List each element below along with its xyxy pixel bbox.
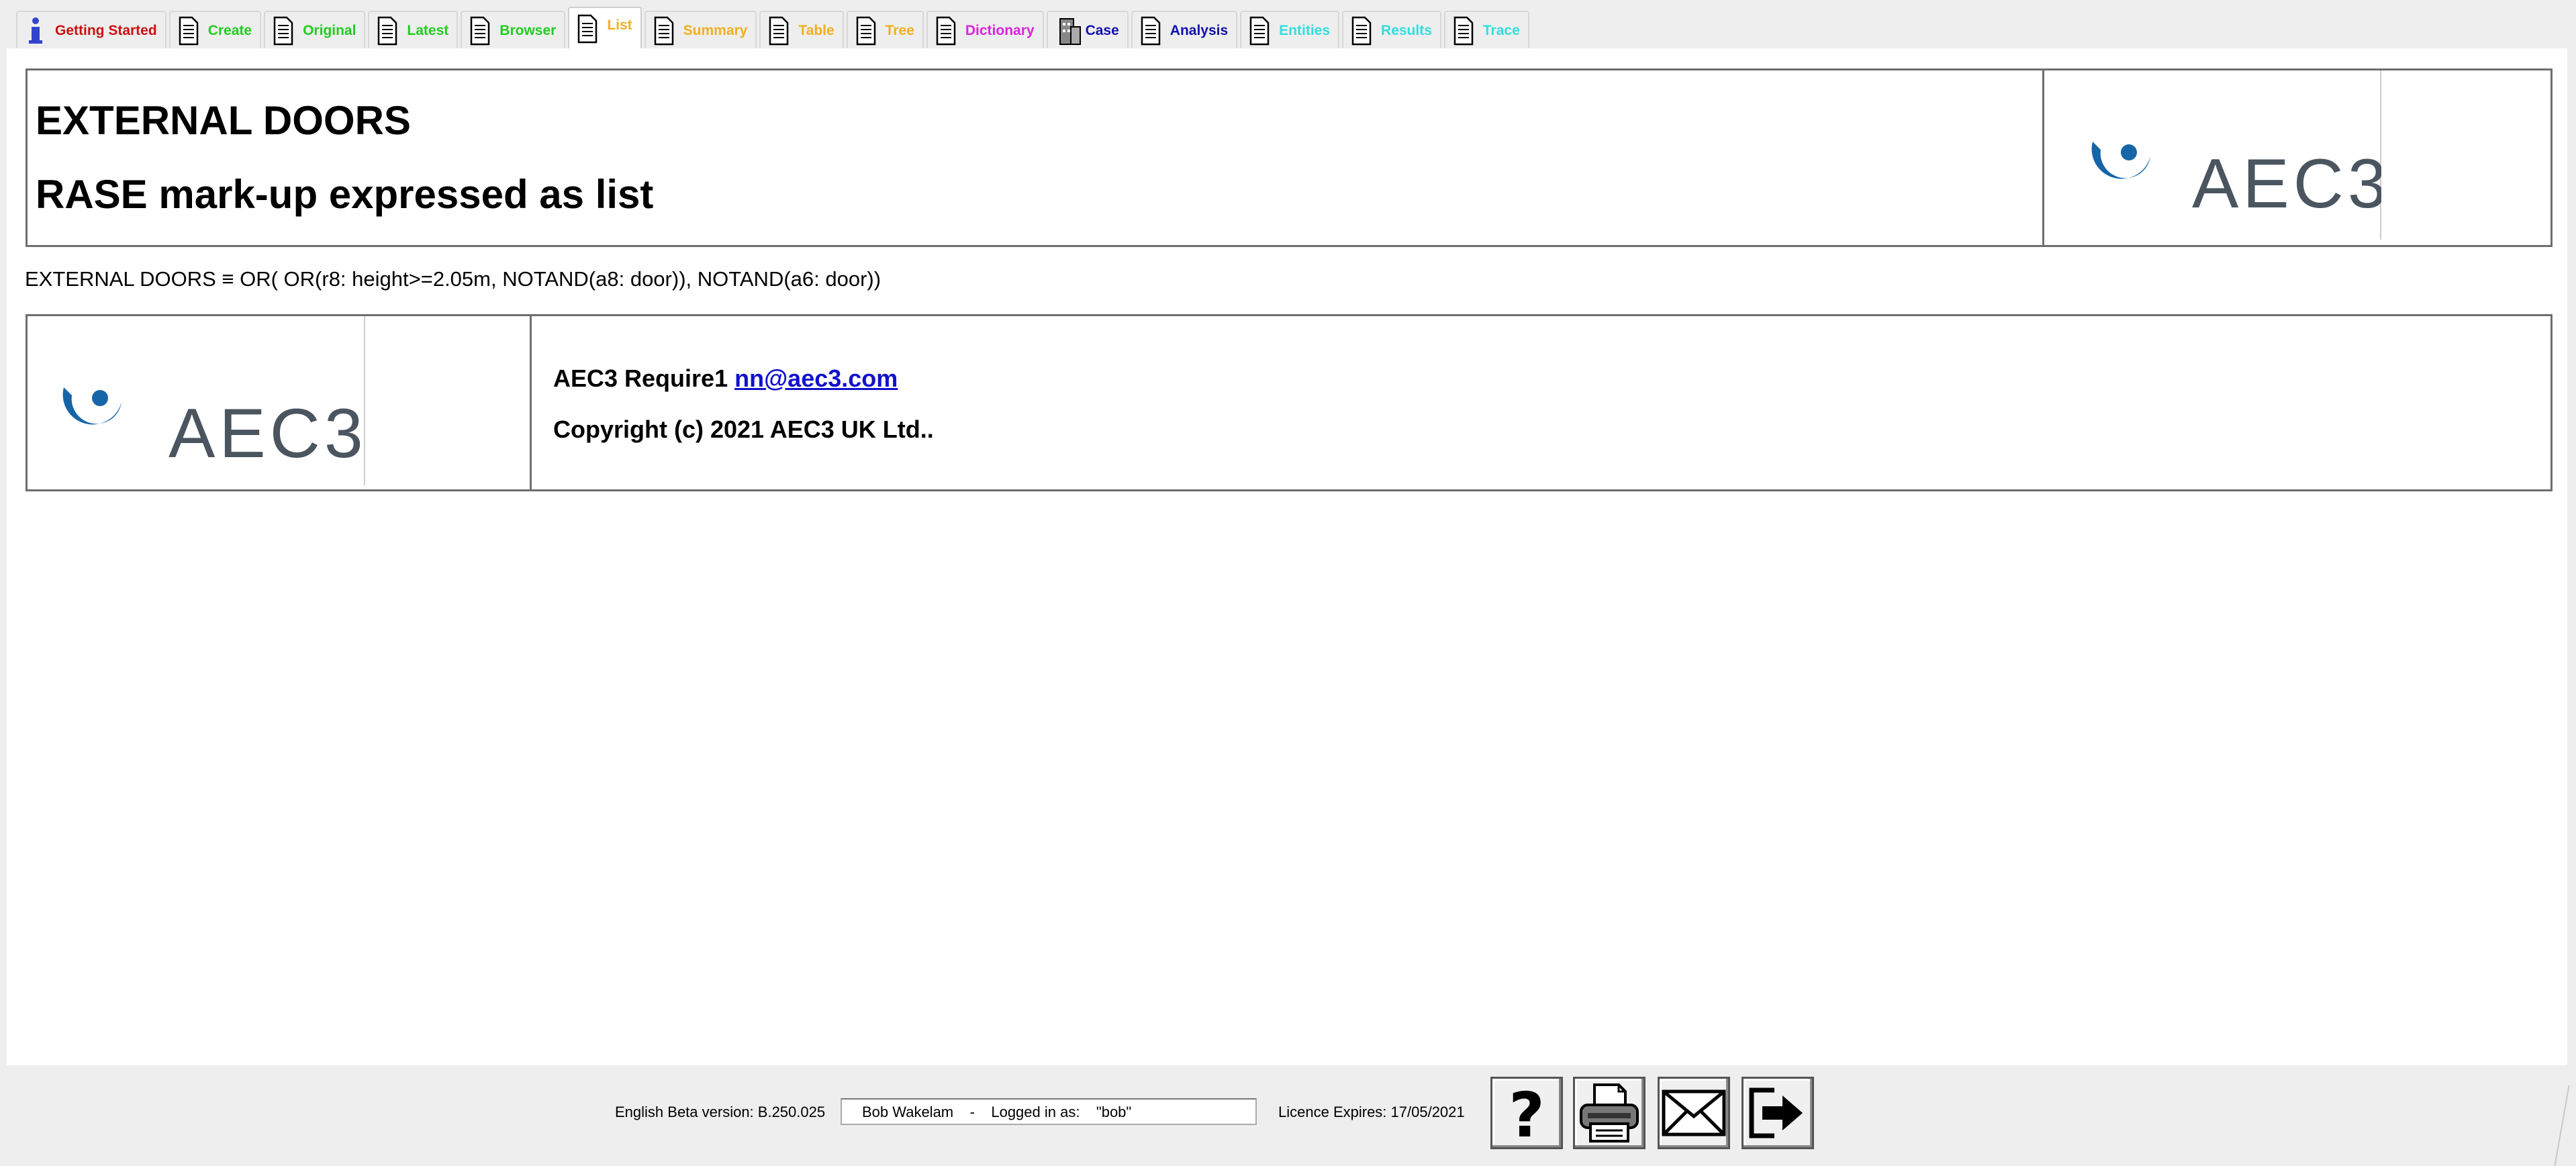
tab-dictionary[interactable]: Dictionary <box>926 11 1044 50</box>
tab-original[interactable]: Original <box>264 11 366 50</box>
tab-latest[interactable]: Latest <box>368 11 459 50</box>
header-table: EXTERNAL DOORS RASE mark-up expressed as… <box>26 68 2553 247</box>
tab-label: Latest <box>407 23 449 38</box>
tab-label: Summary <box>683 23 748 38</box>
exit-arrow-icon <box>1749 1087 1803 1138</box>
document-icon <box>1141 16 1161 46</box>
tab-label: List <box>607 17 632 33</box>
document-icon <box>856 16 876 46</box>
page-title: EXTERNAL DOORS <box>36 98 411 143</box>
tab-label: Entities <box>1279 23 1331 38</box>
tab-results[interactable]: Results <box>1342 11 1441 50</box>
user-info-field: Bob Wakelam - Logged in as: "bob" <box>841 1098 1257 1125</box>
document-icon <box>654 16 674 46</box>
footer-require-text: AEC3 Require1 <box>553 365 735 392</box>
tab-trace[interactable]: Trace <box>1443 11 1529 50</box>
tab-tree[interactable]: Tree <box>846 11 924 50</box>
document-icon <box>1453 16 1474 46</box>
tab-getting-started[interactable]: Getting Started <box>16 11 166 50</box>
tab-create[interactable]: Create <box>169 11 262 50</box>
email-button[interactable] <box>1658 1077 1730 1149</box>
version-label: English Beta version: B.250.025 <box>615 1104 826 1120</box>
tab-case[interactable]: Case <box>1046 11 1129 50</box>
tab-entities[interactable]: Entities <box>1240 11 1340 50</box>
tab-label: Getting Started <box>55 23 157 38</box>
document-icon <box>936 16 956 46</box>
document-icon <box>273 16 293 46</box>
resize-grip[interactable] <box>2554 1085 2576 1166</box>
tab-browser[interactable]: Browser <box>461 11 566 50</box>
printer-icon <box>1580 1083 1639 1143</box>
tab-label: Case <box>1085 23 1119 38</box>
footer-table: AEC3 AEC3 Require1 nn@aec3.com Copyright… <box>26 314 2553 491</box>
main-panel: EXTERNAL DOORS RASE mark-up expressed as… <box>7 48 2567 1065</box>
page-subtitle: RASE mark-up expressed as list <box>36 172 654 217</box>
document-icon <box>179 16 199 46</box>
email-link[interactable]: nn@aec3.com <box>734 365 898 392</box>
tab-table[interactable]: Table <box>759 11 844 50</box>
tab-label: Results <box>1381 23 1432 38</box>
header-title-cell: EXTERNAL DOORS RASE mark-up expressed as… <box>28 70 2044 245</box>
document-icon <box>769 16 789 46</box>
tab-label: Browser <box>499 23 557 38</box>
aec3-logo: AEC3 <box>2046 70 2387 240</box>
tab-label: Dictionary <box>965 23 1035 38</box>
tab-summary[interactable]: Summary <box>644 11 757 50</box>
header-logo-text: AEC3 <box>2192 145 2381 223</box>
tab-label: Table <box>798 23 834 38</box>
copyright-text: Copyright (c) 2021 AEC3 UK Ltd.. <box>553 416 934 443</box>
tab-label: Tree <box>885 23 914 38</box>
tab-label: Create <box>207 23 252 38</box>
print-button[interactable] <box>1573 1077 1645 1149</box>
footer-require-line: AEC3 Require1 nn@aec3.com <box>553 365 898 393</box>
info-icon <box>26 16 46 46</box>
document-icon <box>1351 16 1372 46</box>
footer-logo-text: AEC3 <box>169 395 363 473</box>
tab-label: Analysis <box>1170 23 1229 38</box>
building-icon <box>1056 16 1081 46</box>
footer-aec3-logo: AEC3 <box>28 316 365 485</box>
rule-expression: EXTERNAL DOORS ≡ OR( OR(r8: height>=2.05… <box>25 267 881 291</box>
tab-label: Original <box>303 23 356 38</box>
document-icon <box>1249 16 1270 46</box>
exit-button[interactable] <box>1742 1077 1814 1149</box>
tab-bar: Getting Started Create Original Latest Brows… <box>16 7 1532 50</box>
envelope-icon <box>1662 1089 1726 1136</box>
tab-list[interactable]: List <box>568 7 642 50</box>
document-icon <box>377 16 397 46</box>
footer-logo-cell: AEC3 <box>28 316 532 489</box>
document-icon <box>577 14 598 44</box>
tab-analysis[interactable]: Analysis <box>1131 11 1238 50</box>
licence-label: Licence Expires: 17/05/2021 <box>1278 1104 1465 1120</box>
help-button[interactable]: ? <box>1490 1077 1563 1149</box>
question-mark-icon: ? <box>1509 1083 1544 1143</box>
tab-label: Trace <box>1482 23 1520 38</box>
svg-text:?: ? <box>1509 1083 1544 1143</box>
document-icon <box>470 16 490 46</box>
